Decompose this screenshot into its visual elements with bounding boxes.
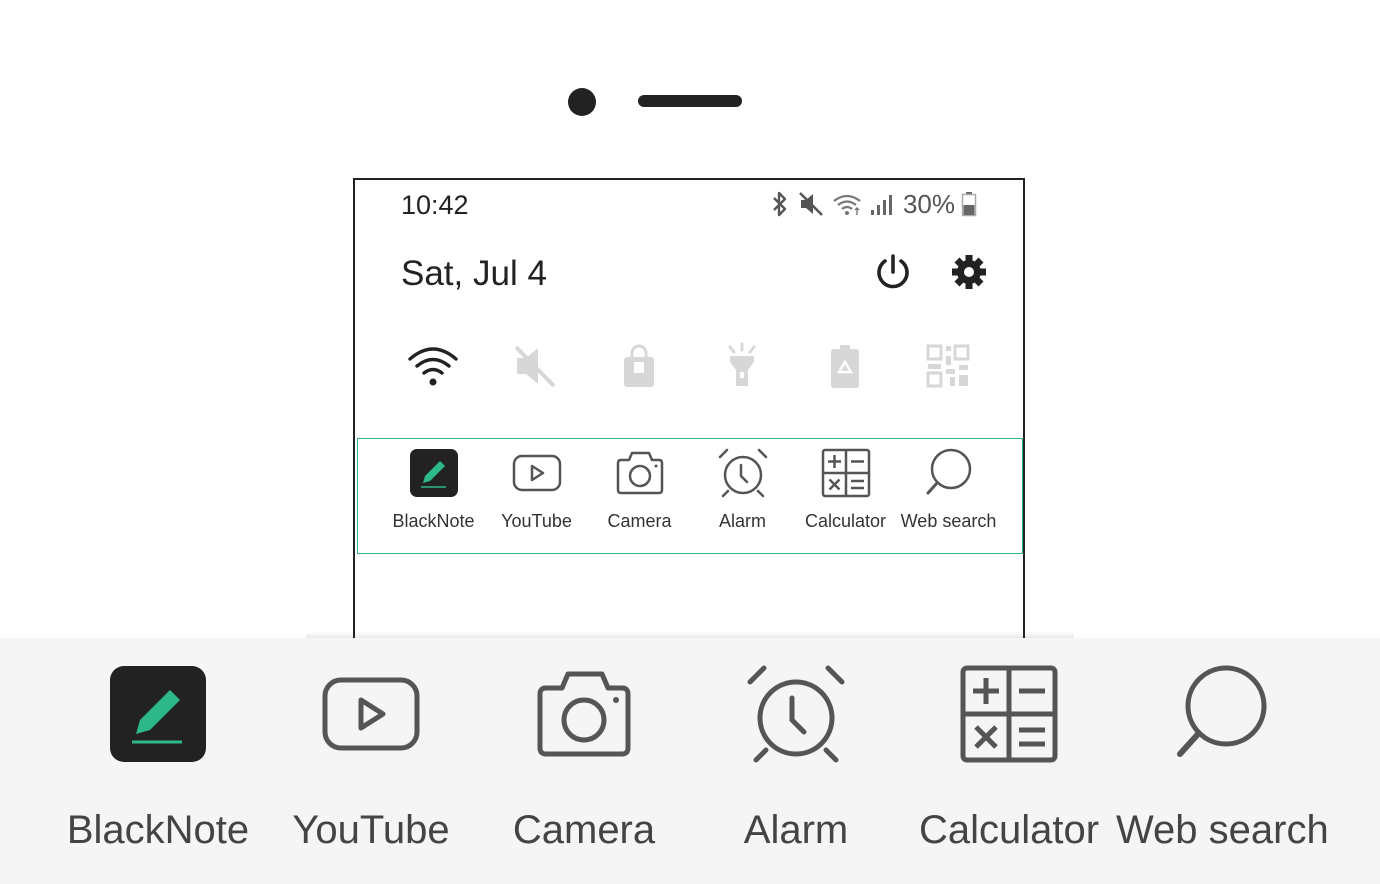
play-icon [319,662,423,766]
shortcut-label: YouTube [292,808,450,852]
status-time: 10:42 [401,190,469,220]
shortcut-label: Alarm [718,511,766,531]
shortcut-label: Camera [607,511,672,531]
shortcut-web-search[interactable]: Web search [897,447,1000,547]
search-icon [1170,662,1274,766]
status-bar: 10:42 30% [355,180,1023,230]
play-icon [511,447,563,499]
phone-screen: 10:42 30% Sat, Jul 4 BlackNote YouTube C… [353,178,1025,648]
shortcut-label: Calculator [918,808,1100,852]
calculator-icon [957,662,1061,766]
battery-percentage: 30% [902,188,955,219]
camera-icon [532,662,636,766]
shortcut-label: Web search [1116,808,1329,852]
shortcut-alarm[interactable]: Alarm [691,447,794,547]
camera-icon [614,447,666,499]
signal-icon [869,190,895,218]
zoomed-shortcut-youtube[interactable]: YouTube [265,662,477,872]
power-icon[interactable] [873,252,913,292]
lock-toggle-icon[interactable] [613,342,665,390]
battery-icon [961,190,977,218]
pencil-note-icon [408,447,460,499]
wifi-icon [831,190,863,218]
shortcut-blacknote[interactable]: BlackNote [382,447,485,547]
shortcut-label: BlackNote [66,808,250,852]
calculator-icon [820,447,872,499]
earpiece-speaker [638,95,742,107]
shortcut-label: Calculator [804,511,887,531]
pencil-note-icon [106,662,210,766]
header-row: Sat, Jul 4 [355,248,1023,300]
front-camera [568,88,596,116]
mute-toggle-icon[interactable] [510,342,562,390]
shortcut-label: Camera [512,808,656,852]
shortcut-label: YouTube [501,511,572,531]
shortcut-label: Alarm [743,808,849,852]
battery-saver-toggle-icon[interactable] [819,342,871,390]
status-icons: 30% [769,188,977,220]
zoomed-shortcut-camera[interactable]: Camera [478,662,690,872]
search-icon [923,447,975,499]
shortcut-camera[interactable]: Camera [588,447,691,547]
shortcut-label: Web search [900,511,997,531]
alarm-clock-icon [744,662,848,766]
zoomed-shortcut-bar: BlackNote YouTube Camera Alarm Calculato… [0,638,1380,884]
quick-toggles [355,342,1023,392]
mute-icon [797,190,825,218]
settings-icon[interactable] [949,252,989,292]
bluetooth-icon [769,190,791,218]
shortcut-calculator[interactable]: Calculator [794,447,897,547]
alarm-clock-icon [717,447,769,499]
shortcut-label: BlackNote [392,511,475,531]
shortcut-bar: BlackNote YouTube Camera Alarm Calculato… [357,438,1023,554]
flashlight-toggle-icon[interactable] [716,342,768,390]
zoomed-shortcut-web-search[interactable]: Web search [1116,662,1329,872]
date-label: Sat, Jul 4 [401,254,547,293]
wifi-toggle-icon[interactable] [407,342,459,390]
zoomed-shortcut-blacknote[interactable]: BlackNote [52,662,264,872]
shortcut-youtube[interactable]: YouTube [485,447,588,547]
qr-code-toggle-icon[interactable] [922,342,974,390]
zoomed-shortcut-calculator[interactable]: Calculator [903,662,1115,872]
zoomed-shortcut-alarm[interactable]: Alarm [690,662,902,872]
